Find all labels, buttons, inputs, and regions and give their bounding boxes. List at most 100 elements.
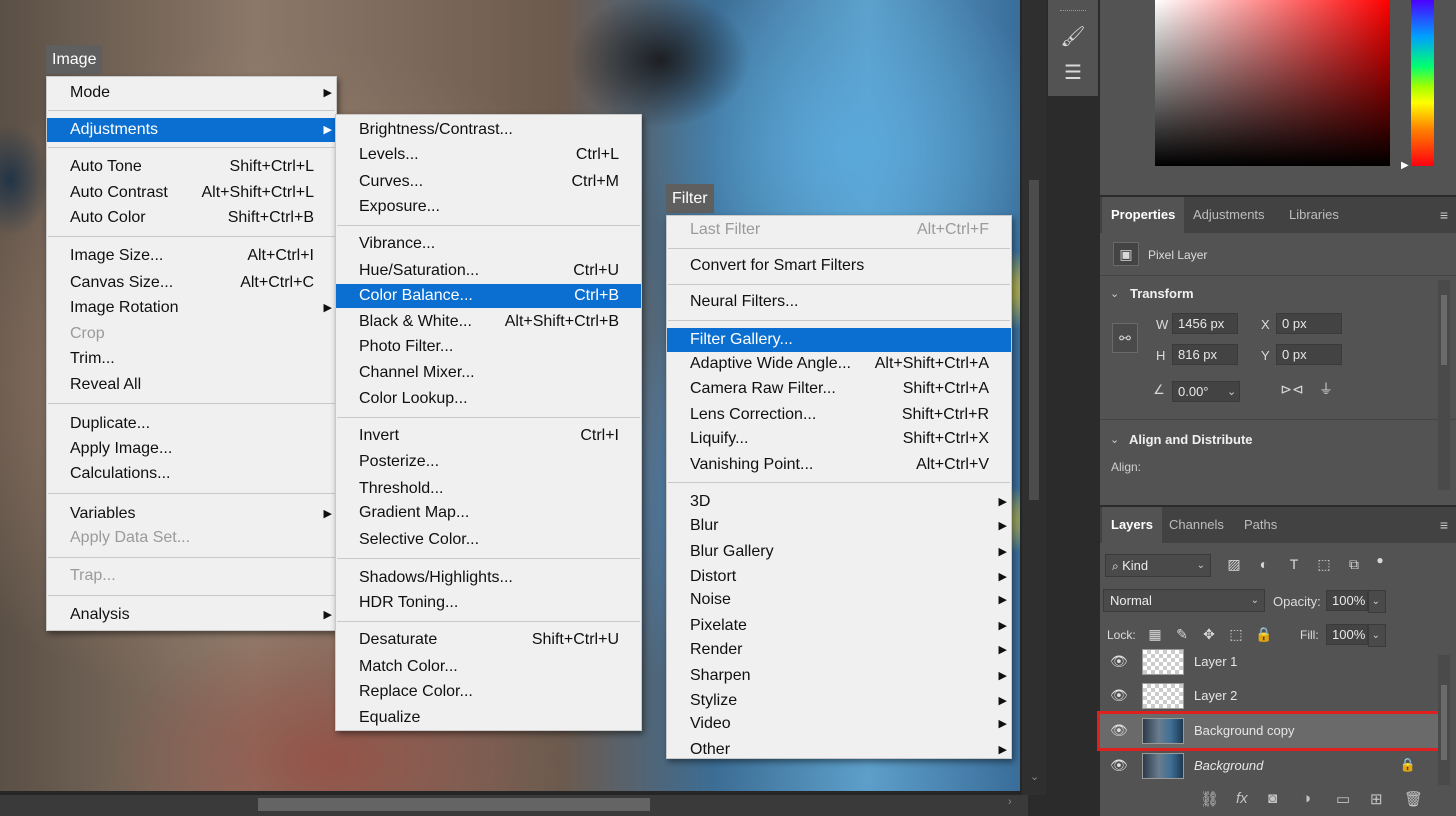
- menu-item-apply-image[interactable]: Apply Image...: [47, 437, 336, 461]
- menu-item-match-color[interactable]: Match Color...: [336, 655, 641, 679]
- lock-transparent-pixels-icon[interactable]: ▦: [1147, 626, 1163, 643]
- filter-type-icon[interactable]: T: [1285, 556, 1303, 572]
- lock-image-pixels-icon[interactable]: ✎: [1174, 626, 1190, 643]
- menu-item-camera-raw-filter[interactable]: Camera Raw Filter... Shift+Ctrl+A: [667, 377, 1011, 401]
- scroll-down-arrow-icon[interactable]: ⌄: [1030, 770, 1039, 783]
- menu-item-hue-saturation[interactable]: Hue/Saturation... Ctrl+U: [336, 259, 641, 283]
- panel-menu-icon[interactable]: ≡: [1440, 517, 1448, 533]
- menu-item-desaturate[interactable]: Desaturate Shift+Ctrl+U: [336, 628, 641, 652]
- menu-item-render[interactable]: Render ▶: [667, 638, 1011, 662]
- canvas-vertical-scroll-thumb[interactable]: [1029, 180, 1039, 500]
- tab-properties[interactable]: Properties: [1102, 197, 1185, 233]
- menu-item-auto-color[interactable]: Auto Color Shift+Ctrl+B: [47, 206, 336, 230]
- y-position-field[interactable]: 0 px: [1276, 344, 1342, 365]
- filter-menu-title[interactable]: Filter: [666, 184, 714, 213]
- image-menu-title[interactable]: Image: [46, 45, 103, 74]
- menu-item-3d[interactable]: 3D ▶: [667, 490, 1011, 514]
- new-layer-icon[interactable]: ⊞: [1370, 790, 1383, 808]
- menu-item-other[interactable]: Other ▶: [667, 738, 1011, 762]
- filter-pixel-icon[interactable]: ▨: [1225, 556, 1243, 573]
- menu-item-black-white[interactable]: Black & White... Alt+Shift+Ctrl+B: [336, 310, 641, 334]
- layer-name[interactable]: Background copy: [1194, 723, 1294, 738]
- menu-item-channel-mixer[interactable]: Channel Mixer...: [336, 361, 641, 385]
- lock-all-icon[interactable]: 🔒: [1255, 626, 1272, 643]
- filter-shape-icon[interactable]: ⬚: [1315, 556, 1333, 573]
- lock-artboard-icon[interactable]: ⬚: [1228, 626, 1244, 643]
- menu-item-adjustments[interactable]: Adjustments ▶: [47, 118, 336, 142]
- tab-paths[interactable]: Paths: [1235, 507, 1286, 543]
- menu-item-duplicate[interactable]: Duplicate...: [47, 412, 336, 436]
- width-field[interactable]: 1456 px: [1172, 313, 1238, 334]
- align-chevron-icon[interactable]: ⌄: [1110, 433, 1119, 446]
- menu-item-mode[interactable]: Mode ▶: [47, 81, 336, 105]
- menu-item-image-size[interactable]: Image Size... Alt+Ctrl+I: [47, 244, 336, 268]
- menu-item-neural-filters[interactable]: Neural Filters...: [667, 290, 1011, 314]
- panel-grip[interactable]: [1060, 10, 1086, 13]
- layer-filter-kind-dropdown[interactable]: ⌕ Kind ⌄: [1105, 554, 1211, 577]
- fill-field[interactable]: 100%: [1326, 624, 1368, 645]
- flip-vertical-icon[interactable]: ⏚: [1314, 379, 1338, 399]
- layer-row[interactable]: 👁 Background 🔒: [1100, 749, 1438, 783]
- menu-item-lens-correction[interactable]: Lens Correction... Shift+Ctrl+R: [667, 403, 1011, 427]
- scroll-right-arrow-icon[interactable]: ›: [1008, 796, 1012, 808]
- menu-item-image-rotation[interactable]: Image Rotation ▶: [47, 296, 336, 320]
- menu-item-canvas-size[interactable]: Canvas Size... Alt+Ctrl+C: [47, 271, 336, 295]
- eye-visibility-icon[interactable]: 👁: [1110, 757, 1128, 774]
- menu-item-hdr-toning[interactable]: HDR Toning...: [336, 591, 641, 615]
- menu-item-adaptive-wide-angle[interactable]: Adaptive Wide Angle... Alt+Shift+Ctrl+A: [667, 352, 1011, 376]
- canvas-vertical-scrollbar[interactable]: ⌄: [1022, 0, 1046, 795]
- menu-item-noise[interactable]: Noise ▶: [667, 588, 1011, 612]
- menu-item-reveal-all[interactable]: Reveal All: [47, 373, 336, 397]
- angle-dropdown-chevron-icon[interactable]: ⌄: [1227, 385, 1236, 398]
- menu-item-photo-filter[interactable]: Photo Filter...: [336, 335, 641, 359]
- canvas-horizontal-scroll-thumb[interactable]: [258, 798, 650, 811]
- menu-item-pixelate[interactable]: Pixelate ▶: [667, 614, 1011, 638]
- link-dimensions-icon[interactable]: ⚯: [1112, 323, 1138, 353]
- tab-libraries[interactable]: Libraries: [1280, 197, 1348, 233]
- opacity-slider-toggle[interactable]: ⌄: [1368, 590, 1386, 613]
- layers-scrollbar[interactable]: [1438, 655, 1450, 785]
- canvas-horizontal-scrollbar[interactable]: ›: [0, 795, 1028, 816]
- new-group-folder-icon[interactable]: ▭: [1336, 790, 1350, 808]
- flip-horizontal-icon[interactable]: ⊳⊲: [1280, 381, 1304, 398]
- layer-row[interactable]: 👁 Layer 1: [1100, 645, 1438, 679]
- filter-adjustment-icon[interactable]: ◐: [1255, 556, 1273, 572]
- layer-row[interactable]: 👁 Layer 2: [1100, 679, 1438, 713]
- hue-marker-icon[interactable]: ▶: [1401, 160, 1409, 171]
- menu-item-exposure[interactable]: Exposure...: [336, 195, 641, 219]
- filter-toggle-icon[interactable]: ●: [1373, 553, 1387, 567]
- menu-item-brightness-contrast[interactable]: Brightness/Contrast...: [336, 118, 641, 142]
- menu-item-vanishing-point[interactable]: Vanishing Point... Alt+Ctrl+V: [667, 453, 1011, 477]
- tab-adjustments[interactable]: Adjustments: [1184, 197, 1274, 233]
- menu-item-video[interactable]: Video ▶: [667, 712, 1011, 736]
- menu-item-shadows-highlights[interactable]: Shadows/Highlights...: [336, 566, 641, 590]
- lock-position-icon[interactable]: ✥: [1201, 626, 1217, 643]
- tab-layers[interactable]: Layers: [1102, 507, 1162, 543]
- menu-item-stylize[interactable]: Stylize ▶: [667, 689, 1011, 713]
- menu-item-convert-smart-filters[interactable]: Convert for Smart Filters: [667, 254, 1011, 278]
- hue-slider[interactable]: [1411, 0, 1434, 166]
- menu-item-auto-contrast[interactable]: Auto Contrast Alt+Shift+Ctrl+L: [47, 181, 336, 205]
- transform-chevron-icon[interactable]: ⌄: [1110, 287, 1119, 300]
- eye-visibility-icon[interactable]: 👁: [1110, 722, 1128, 739]
- opacity-field[interactable]: 100%: [1326, 590, 1368, 611]
- menu-item-blur-gallery[interactable]: Blur Gallery ▶: [667, 540, 1011, 564]
- brush-settings-icon[interactable]: 🖌: [1059, 24, 1087, 50]
- sliders-icon[interactable]: ☰: [1059, 60, 1087, 86]
- menu-item-levels[interactable]: Levels... Ctrl+L: [336, 143, 641, 167]
- menu-item-equalize[interactable]: Equalize: [336, 706, 641, 730]
- menu-item-replace-color[interactable]: Replace Color...: [336, 680, 641, 704]
- menu-item-analysis[interactable]: Analysis ▶: [47, 603, 336, 627]
- new-adjustment-layer-icon[interactable]: ◑: [1302, 790, 1311, 807]
- layer-name[interactable]: Layer 2: [1194, 688, 1237, 703]
- menu-item-vibrance[interactable]: Vibrance...: [336, 232, 641, 256]
- link-layers-icon[interactable]: ⛓: [1200, 790, 1219, 808]
- add-mask-icon[interactable]: ◙: [1268, 790, 1277, 807]
- menu-item-posterize[interactable]: Posterize...: [336, 450, 641, 474]
- menu-item-selective-color[interactable]: Selective Color...: [336, 528, 641, 552]
- fill-slider-toggle[interactable]: ⌄: [1368, 624, 1386, 647]
- menu-item-gradient-map[interactable]: Gradient Map...: [336, 501, 641, 525]
- layer-style-fx-icon[interactable]: fx: [1236, 790, 1248, 807]
- properties-scroll-thumb[interactable]: [1441, 295, 1447, 365]
- eye-visibility-icon[interactable]: 👁: [1110, 687, 1128, 704]
